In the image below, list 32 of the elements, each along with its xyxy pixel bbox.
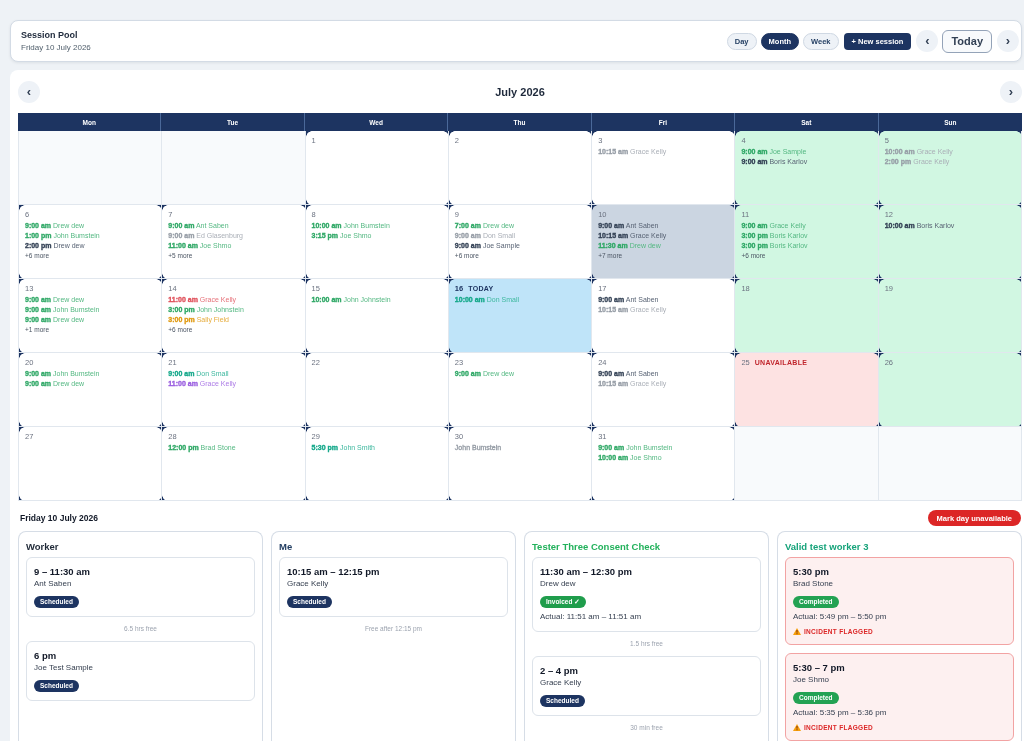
session-time: 9 – 11:30 am bbox=[34, 566, 90, 578]
column-title: Tester Three Consent Check bbox=[532, 541, 661, 553]
warning-icon bbox=[793, 627, 801, 635]
client-name: Joe Test Sample bbox=[34, 662, 93, 674]
session-time: 2 – 4 pm bbox=[540, 665, 579, 677]
page-title: Session Pool bbox=[21, 29, 78, 41]
session-time: 10:15 am – 12:15 pm bbox=[287, 566, 380, 578]
client-name: Ant Saben bbox=[34, 578, 72, 590]
actual-time-text: Actual: 11:51 am – 11:51 am bbox=[540, 611, 642, 623]
client-name: Drew dew bbox=[540, 578, 576, 590]
client-name: Joe Shmo bbox=[793, 674, 830, 686]
session-time: 11:30 am – 12:30 pm bbox=[540, 566, 632, 578]
client-name: Grace Kelly bbox=[540, 677, 582, 689]
session-time: 5:30 pm bbox=[793, 566, 829, 578]
warning-icon bbox=[793, 723, 801, 731]
client-name: Grace Kelly bbox=[287, 578, 329, 590]
previous-button[interactable]: ‹ bbox=[916, 30, 939, 52]
next-button[interactable]: › bbox=[997, 30, 1019, 52]
session-time: 5:30 – 7 pm bbox=[793, 662, 845, 674]
today-button[interactable]: Today bbox=[942, 29, 992, 53]
client-name: Brad Stone bbox=[793, 578, 834, 590]
column-title: Valid test worker 3 bbox=[785, 541, 869, 553]
column-title: Me bbox=[279, 541, 293, 553]
month-title: July 2026 bbox=[495, 86, 545, 98]
next-month-button[interactable]: › bbox=[1000, 81, 1022, 103]
actual-time-text: Actual: 5:49 pm – 5:50 pm bbox=[793, 611, 887, 623]
selected-day-title: Friday 10 July 2026 bbox=[20, 513, 98, 523]
actual-time-text: Actual: 5:35 pm – 5:36 pm bbox=[793, 707, 887, 719]
session-time: 6 pm bbox=[34, 650, 57, 662]
previous-month-button[interactable]: ‹ bbox=[18, 81, 40, 103]
column-title: Worker bbox=[26, 541, 59, 553]
page-subtitle: Friday 10 July 2026 bbox=[21, 42, 91, 53]
